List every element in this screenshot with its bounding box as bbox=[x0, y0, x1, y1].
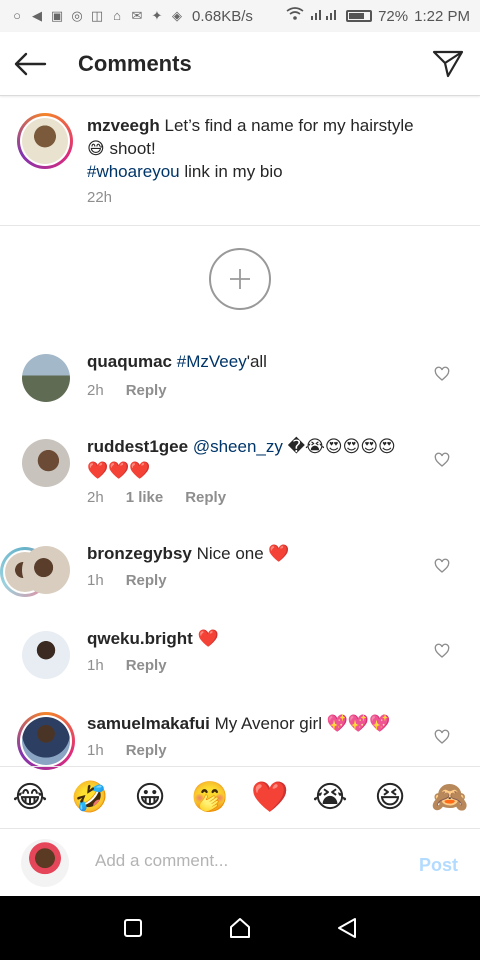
comment-text: 'all bbox=[246, 352, 267, 371]
comment-username[interactable]: ruddest1gee bbox=[87, 437, 188, 456]
home-icon bbox=[229, 918, 250, 938]
avatar[interactable] bbox=[22, 354, 70, 402]
like-heart-icon[interactable] bbox=[434, 729, 450, 745]
avatar[interactable] bbox=[22, 439, 70, 487]
like-heart-icon[interactable] bbox=[434, 452, 450, 468]
battery-icon bbox=[346, 10, 373, 22]
page-title: Comments bbox=[78, 50, 192, 76]
square-icon bbox=[124, 919, 143, 937]
triangle-back-icon bbox=[337, 918, 356, 938]
comment-mention[interactable]: @sheen_zy bbox=[193, 437, 283, 456]
home-button[interactable] bbox=[220, 908, 260, 948]
story-ring[interactable] bbox=[17, 712, 75, 770]
reply-button[interactable]: Reply bbox=[126, 382, 167, 399]
caption-text: mzveegh Let’s find a name for my hairsty… bbox=[87, 114, 417, 183]
comment-text: My Avenor girl 💖💖💖 bbox=[214, 714, 391, 733]
avatar bbox=[22, 118, 68, 164]
notification-icons: ○ ◀ ▣ ◎ ◫ ⌂ ✉ ✦ ◈ bbox=[10, 9, 184, 23]
share-button[interactable] bbox=[416, 32, 480, 96]
story-ring[interactable] bbox=[17, 113, 73, 169]
emoji-see-no-evil-button[interactable]: 🙈 bbox=[430, 778, 470, 818]
clock: 1:22 PM bbox=[414, 7, 470, 25]
messenger-icon: ◎ bbox=[71, 8, 83, 23]
comment-username[interactable]: bronzegybsy bbox=[87, 544, 192, 563]
likes-count-button[interactable]: 1 like bbox=[126, 489, 164, 506]
load-more-comments-button[interactable] bbox=[209, 248, 271, 310]
post-caption: mzveegh Let’s find a name for my hairsty… bbox=[0, 96, 480, 226]
post-button[interactable]: Post bbox=[419, 855, 458, 876]
plus-icon bbox=[230, 269, 250, 289]
net-speed: 0.68KB/s bbox=[192, 7, 253, 25]
status-bar: ○ ◀ ▣ ◎ ◫ ⌂ ✉ ✦ ◈ 0.68KB/s 72% 1:22 PM bbox=[0, 0, 480, 32]
comment-timestamp: 1h bbox=[87, 742, 104, 759]
avatar[interactable] bbox=[22, 546, 70, 594]
emoji-hand-over-mouth-button[interactable]: 🤭 bbox=[190, 778, 230, 818]
twitter-icon: ✦ bbox=[151, 8, 163, 23]
comment-username[interactable]: samuelmakafui bbox=[87, 714, 210, 733]
reply-button[interactable]: Reply bbox=[126, 742, 167, 759]
comment-username[interactable]: qweku.bright bbox=[87, 629, 193, 648]
caption-username[interactable]: mzveegh bbox=[87, 116, 160, 135]
emoji-rofl-button[interactable]: 🤣 bbox=[70, 778, 110, 818]
comment-timestamp: 1h bbox=[87, 572, 104, 589]
emoji-laughing-button[interactable]: 😆 bbox=[370, 778, 410, 818]
wifi-icon bbox=[286, 7, 304, 25]
avatar bbox=[22, 717, 70, 765]
app-header: Comments bbox=[0, 32, 480, 96]
caption-timestamp: 22h bbox=[87, 189, 113, 206]
caption-hashtag[interactable]: #whoareyou bbox=[87, 162, 180, 181]
like-heart-icon[interactable] bbox=[434, 366, 450, 382]
emoji-tears-of-joy-button[interactable]: 😂 bbox=[10, 778, 50, 818]
comment-composer: Post bbox=[0, 828, 480, 896]
avatar bbox=[21, 839, 69, 887]
telegram-icon: ◀ bbox=[32, 8, 42, 23]
facebook-icon: ▣ bbox=[50, 8, 64, 23]
like-heart-icon[interactable] bbox=[434, 643, 450, 659]
reply-button[interactable]: Reply bbox=[126, 572, 167, 589]
recents-button[interactable] bbox=[113, 908, 153, 948]
layers-icon: ◈ bbox=[172, 8, 182, 23]
signal-icon bbox=[310, 7, 340, 25]
like-heart-icon[interactable] bbox=[434, 558, 450, 574]
instagram-icon: ◫ bbox=[90, 8, 104, 23]
comment-timestamp: 2h bbox=[87, 382, 104, 399]
avatar[interactable] bbox=[22, 631, 70, 679]
comment-timestamp: 2h bbox=[87, 489, 104, 506]
emoji-grinning-button[interactable]: 😀 bbox=[130, 778, 170, 818]
reply-button[interactable]: Reply bbox=[185, 489, 226, 506]
reply-button[interactable]: Reply bbox=[126, 657, 167, 674]
comment-text: Nice one ❤️ bbox=[196, 544, 290, 563]
send-icon bbox=[432, 50, 464, 77]
battery-level: 72% bbox=[378, 7, 409, 25]
emoji-quick-bar: 😂 🤣 😀 🤭 ❤️ 😭 😆 🙈 bbox=[0, 766, 480, 828]
gmail-icon: ✉ bbox=[131, 8, 143, 23]
system-nav-bar bbox=[0, 896, 480, 960]
back-nav-button[interactable] bbox=[327, 908, 367, 948]
comment-text: ❤️ bbox=[197, 629, 219, 648]
arrow-left-icon bbox=[14, 52, 47, 75]
comment-timestamp: 1h bbox=[87, 657, 104, 674]
caption-body-after: link in my bio bbox=[184, 162, 283, 181]
back-button[interactable] bbox=[0, 32, 62, 96]
comment-username[interactable]: quaqumac bbox=[87, 352, 172, 371]
comment-hashtag[interactable]: #MzVeey bbox=[177, 352, 247, 371]
chat-icon: ○ bbox=[13, 8, 21, 23]
emoji-red-heart-button[interactable]: ❤️ bbox=[250, 778, 290, 818]
app-icon: ⌂ bbox=[113, 8, 121, 23]
comment-input[interactable] bbox=[95, 851, 395, 871]
emoji-crying-button[interactable]: 😭 bbox=[310, 778, 350, 818]
